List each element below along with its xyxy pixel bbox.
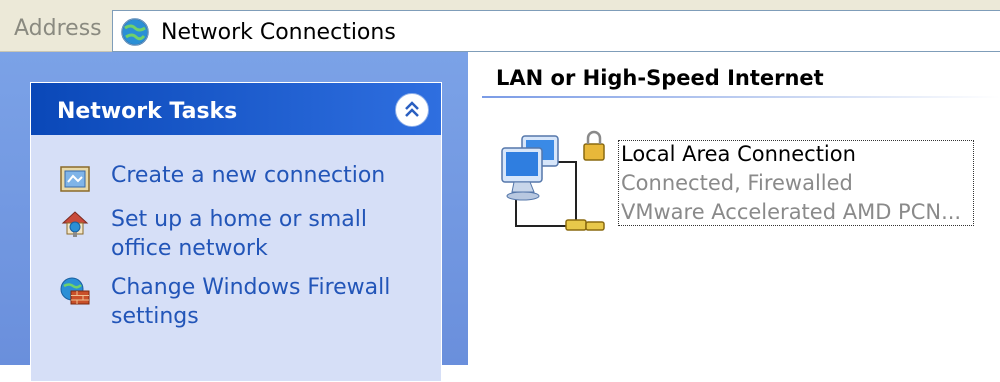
- new-connection-icon: [60, 166, 90, 192]
- task-firewall-settings[interactable]: Change Windows Firewall settings: [59, 273, 419, 333]
- task-label: Create a new connection: [111, 163, 386, 188]
- connection-item[interactable]: Local Area Connection Connected, Firewal…: [618, 140, 974, 226]
- task-label: Set up a home or small office network: [111, 207, 367, 261]
- network-tasks-panel: Network Tasks Create a new connection Se…: [30, 82, 442, 382]
- network-tasks-header[interactable]: Network Tasks: [31, 83, 441, 135]
- group-divider: [482, 96, 1000, 98]
- connection-status: Connected, Firewalled: [621, 171, 853, 195]
- lan-connection-locked-icon[interactable]: [496, 126, 612, 238]
- task-home-network[interactable]: Set up a home or small office network: [59, 205, 419, 265]
- connection-name: Local Area Connection: [621, 142, 856, 166]
- network-tasks-title: Network Tasks: [57, 99, 238, 124]
- connection-device: VMware Accelerated AMD PCN...: [621, 200, 962, 224]
- address-value: Network Connections: [161, 20, 396, 45]
- task-pane: Network Tasks Create a new connection Se…: [0, 52, 468, 382]
- address-bar: Address Network Connections: [0, 0, 1000, 52]
- address-field[interactable]: Network Connections: [112, 10, 1000, 52]
- task-create-connection[interactable]: Create a new connection: [59, 161, 419, 193]
- address-label: Address: [14, 16, 102, 41]
- task-label: Change Windows Firewall settings: [111, 275, 391, 329]
- double-chevron-up-icon[interactable]: [395, 93, 429, 127]
- firewall-icon: [60, 277, 90, 305]
- group-title: LAN or High-Speed Internet: [496, 66, 824, 90]
- network-globe-icon: [121, 18, 149, 46]
- home-network-icon: [61, 211, 89, 237]
